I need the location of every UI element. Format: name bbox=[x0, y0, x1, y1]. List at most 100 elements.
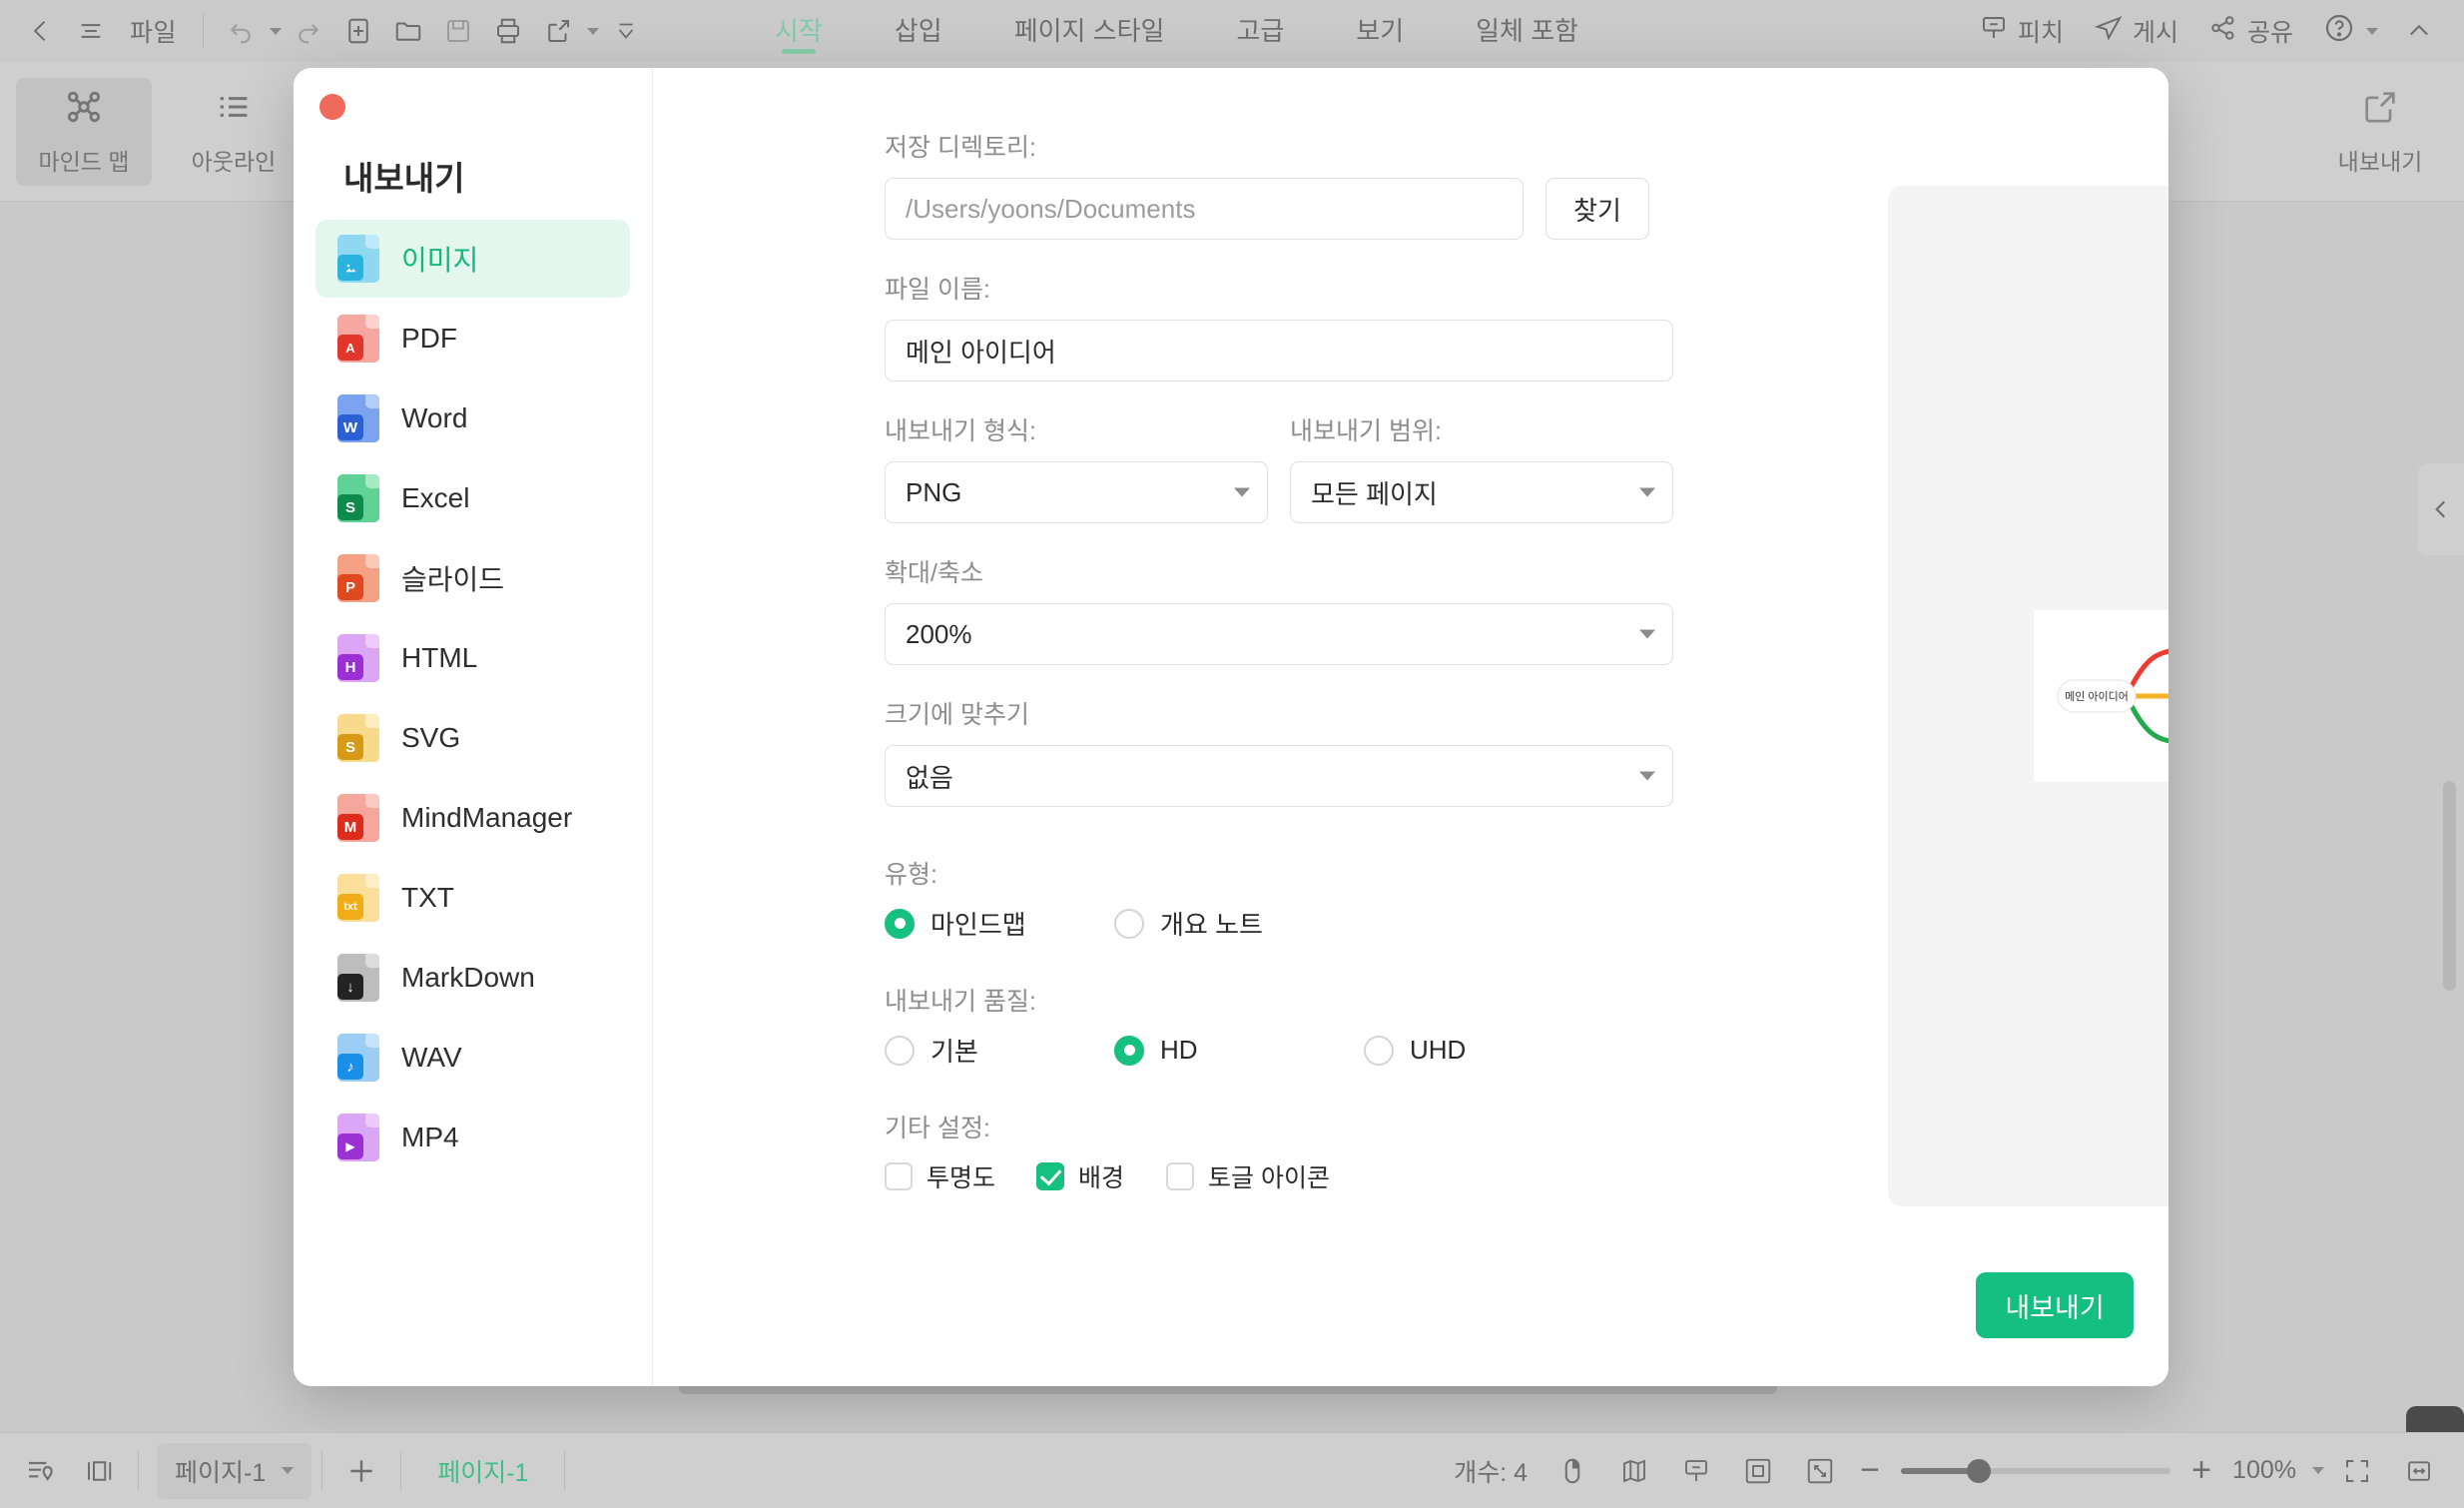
format-item-svg[interactable]: S SVG bbox=[315, 699, 630, 777]
tool-export[interactable]: 내보내기 bbox=[2312, 78, 2448, 186]
range-select[interactable]: 모든 페이지 bbox=[1290, 461, 1673, 523]
browse-button[interactable]: 찾기 bbox=[1545, 178, 1649, 240]
radio-type-mindmap[interactable]: 마인드맵 bbox=[885, 905, 1114, 942]
mindmanager-file-icon: M bbox=[337, 794, 379, 842]
more-options-icon[interactable] bbox=[603, 8, 649, 54]
zoom-in-button[interactable]: + bbox=[2184, 1451, 2218, 1490]
tab-insert[interactable]: 삽입 bbox=[859, 0, 978, 62]
zoom-label: 확대/축소 bbox=[885, 559, 983, 587]
format-item-markdown[interactable]: ↓ MarkDown bbox=[315, 939, 630, 1017]
format-item-html[interactable]: H HTML bbox=[315, 619, 630, 697]
status-right-group: 개수: 4 − + 100% bbox=[1454, 1443, 2464, 1499]
fit-select[interactable]: 없음 bbox=[885, 745, 1673, 807]
export-dropdown-icon[interactable] bbox=[587, 27, 600, 35]
range-select-value: 모든 페이지 bbox=[1311, 478, 1438, 509]
format-item-mp4[interactable]: ▶ MP4 bbox=[315, 1099, 630, 1176]
format-item-label: HTML bbox=[401, 642, 478, 673]
format-item-slide[interactable]: P 슬라이드 bbox=[315, 539, 630, 617]
new-icon[interactable] bbox=[335, 8, 381, 54]
tab-view[interactable]: 보기 bbox=[1320, 0, 1440, 62]
pitch-button[interactable]: 피치 bbox=[1967, 13, 2076, 50]
format-item-wav[interactable]: ♪ WAV bbox=[315, 1019, 630, 1097]
directory-input[interactable] bbox=[885, 178, 1524, 240]
export-preview-panel: 메인 아이디어 메인 주제 메인 주제 메인 주제 bbox=[1888, 186, 2168, 1206]
zoom-slider[interactable] bbox=[1901, 1456, 2171, 1486]
checkbox-indicator bbox=[885, 1162, 913, 1190]
zoom-dropdown-icon[interactable] bbox=[2312, 1467, 2324, 1474]
vertical-scrollbar[interactable] bbox=[2443, 781, 2456, 991]
dialog-title: 내보내기 bbox=[343, 160, 465, 197]
tab-page-style[interactable]: 페이지 스타일 bbox=[978, 0, 1201, 62]
export-dialog-body: 저장 디렉토리: 찾기 파일 이름: 내보내기 형식: PNG bbox=[653, 68, 2168, 1386]
filename-field-group: 파일 이름: bbox=[885, 270, 1673, 381]
presentation-mode-icon[interactable] bbox=[1667, 1443, 1725, 1499]
radio-quality-uhd[interactable]: UHD bbox=[1364, 1035, 1466, 1066]
publish-button[interactable]: 게시 bbox=[2082, 13, 2190, 50]
checkbox-toggle-icon[interactable]: 토글 아이콘 bbox=[1166, 1158, 1330, 1194]
format-item-word[interactable]: W Word bbox=[315, 379, 630, 457]
format-item-image[interactable]: 이미지 bbox=[315, 220, 630, 298]
menu-icon[interactable] bbox=[68, 8, 114, 54]
zoom-out-button[interactable]: − bbox=[1853, 1451, 1887, 1490]
map-locator-icon[interactable] bbox=[12, 1443, 70, 1499]
help-dropdown-icon[interactable] bbox=[2366, 27, 2378, 35]
back-icon[interactable] bbox=[18, 8, 64, 54]
mouse-mode-icon[interactable] bbox=[1543, 1443, 1601, 1499]
help-button[interactable] bbox=[2311, 12, 2390, 51]
checkbox-transparency[interactable]: 투명도 bbox=[885, 1158, 1036, 1194]
format-item-txt[interactable]: txt TXT bbox=[315, 859, 630, 937]
collapse-ribbon-icon[interactable] bbox=[2396, 8, 2442, 54]
zoom-select[interactable]: 200% bbox=[885, 603, 1673, 665]
tab-start[interactable]: 시작 bbox=[739, 0, 859, 62]
checkbox-background[interactable]: 배경 bbox=[1036, 1158, 1166, 1194]
fit-selection-icon[interactable] bbox=[1729, 1443, 1787, 1499]
format-item-label: WAV bbox=[401, 1042, 462, 1073]
chevron-down-icon bbox=[1639, 487, 1655, 497]
radio-indicator bbox=[1114, 908, 1144, 939]
html-file-icon: H bbox=[337, 634, 379, 682]
page-selector-value: 페이지-1 bbox=[175, 1458, 267, 1487]
radio-quality-basic[interactable]: 기본 bbox=[885, 1032, 1114, 1069]
center-view-icon[interactable] bbox=[2328, 1443, 2386, 1499]
filename-input[interactable] bbox=[885, 320, 1673, 381]
format-item-excel[interactable]: S Excel bbox=[315, 459, 630, 537]
undo-icon[interactable] bbox=[218, 8, 264, 54]
page-selector[interactable]: 페이지-1 bbox=[157, 1442, 312, 1499]
collapse-panel-button[interactable] bbox=[2418, 463, 2464, 555]
node-count-label: 개수: 4 bbox=[1454, 1458, 1529, 1487]
format-item-label: 슬라이드 bbox=[401, 564, 505, 595]
fit-width-icon[interactable] bbox=[2390, 1443, 2448, 1499]
format-item-mindmanager[interactable]: M MindManager bbox=[315, 779, 630, 857]
fit-screen-icon[interactable] bbox=[1791, 1443, 1849, 1499]
tab-include-all[interactable]: 일체 포함 bbox=[1440, 0, 1614, 62]
export-format-sidebar: 내보내기 이미지 A PDF W Word S Excel P 슬라이드 H H… bbox=[294, 68, 653, 1386]
format-select[interactable]: PNG bbox=[885, 461, 1268, 523]
file-menu-label[interactable]: 파일 bbox=[118, 13, 189, 49]
open-folder-icon[interactable] bbox=[385, 8, 431, 54]
export-confirm-button[interactable]: 내보내기 bbox=[1976, 1272, 2134, 1338]
print-icon[interactable] bbox=[485, 8, 531, 54]
add-page-button[interactable] bbox=[332, 1443, 390, 1499]
radio-type-outline-note[interactable]: 개요 노트 bbox=[1114, 905, 1263, 942]
type-field-group: 유형: 마인드맵 개요 노트 bbox=[885, 855, 1673, 942]
export-share-icon[interactable] bbox=[535, 8, 581, 54]
radio-quality-hd[interactable]: HD bbox=[1114, 1035, 1364, 1066]
image-file-icon bbox=[337, 235, 379, 283]
share-button[interactable]: 공유 bbox=[2196, 13, 2305, 50]
tool-outline[interactable]: 아웃라인 bbox=[166, 78, 302, 186]
page-tab[interactable]: 페이지-1 bbox=[411, 1453, 554, 1489]
format-list: 이미지 A PDF W Word S Excel P 슬라이드 H HTML S… bbox=[294, 220, 652, 1176]
redo-icon[interactable] bbox=[286, 8, 331, 54]
tool-mindmap[interactable]: 마인드 맵 bbox=[16, 78, 152, 186]
split-view-icon[interactable] bbox=[70, 1443, 128, 1499]
undo-dropdown-icon[interactable] bbox=[270, 27, 283, 35]
save-icon[interactable] bbox=[435, 8, 481, 54]
mindmap-preview: 메인 아이디어 메인 주제 메인 주제 메인 주제 bbox=[2034, 610, 2168, 782]
tab-advanced[interactable]: 고급 bbox=[1200, 0, 1320, 62]
range-field-group: 내보내기 범위: 모든 페이지 bbox=[1290, 411, 1673, 523]
checkbox-indicator bbox=[1166, 1162, 1194, 1190]
close-icon[interactable] bbox=[319, 94, 345, 120]
map-view-icon[interactable] bbox=[1605, 1443, 1663, 1499]
format-item-pdf[interactable]: A PDF bbox=[315, 300, 630, 377]
zoom-slider-knob[interactable] bbox=[1967, 1458, 1992, 1483]
